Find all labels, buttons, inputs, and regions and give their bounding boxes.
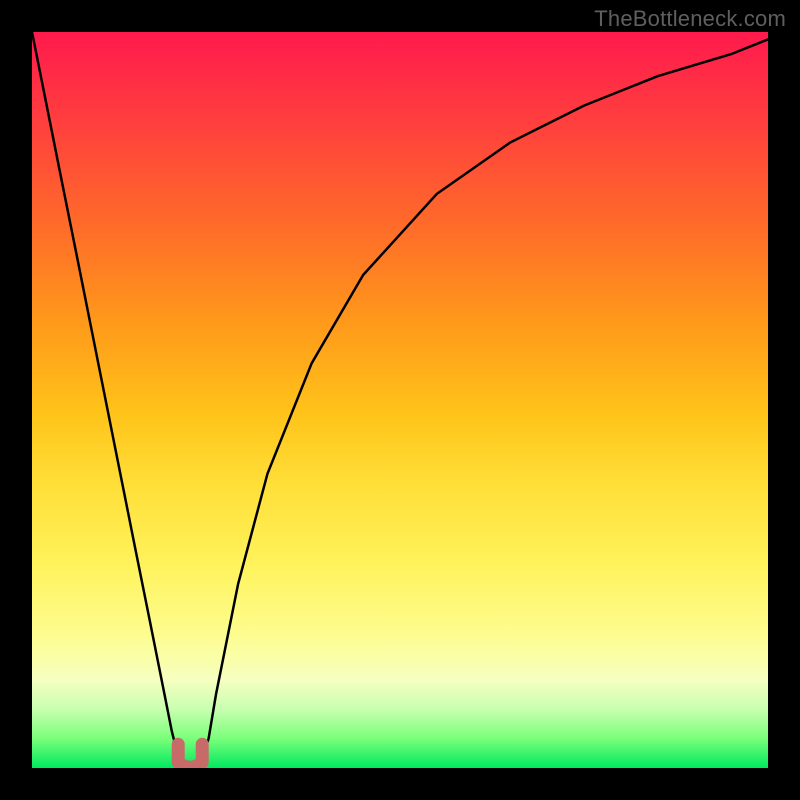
watermark-text: TheBottleneck.com (594, 6, 786, 32)
optimal-marker (178, 744, 202, 767)
bottleneck-curve-left (32, 32, 187, 768)
plot-area (32, 32, 768, 768)
bottleneck-curve-right (187, 39, 768, 768)
curve-overlay (32, 32, 768, 768)
chart-frame: TheBottleneck.com (0, 0, 800, 800)
